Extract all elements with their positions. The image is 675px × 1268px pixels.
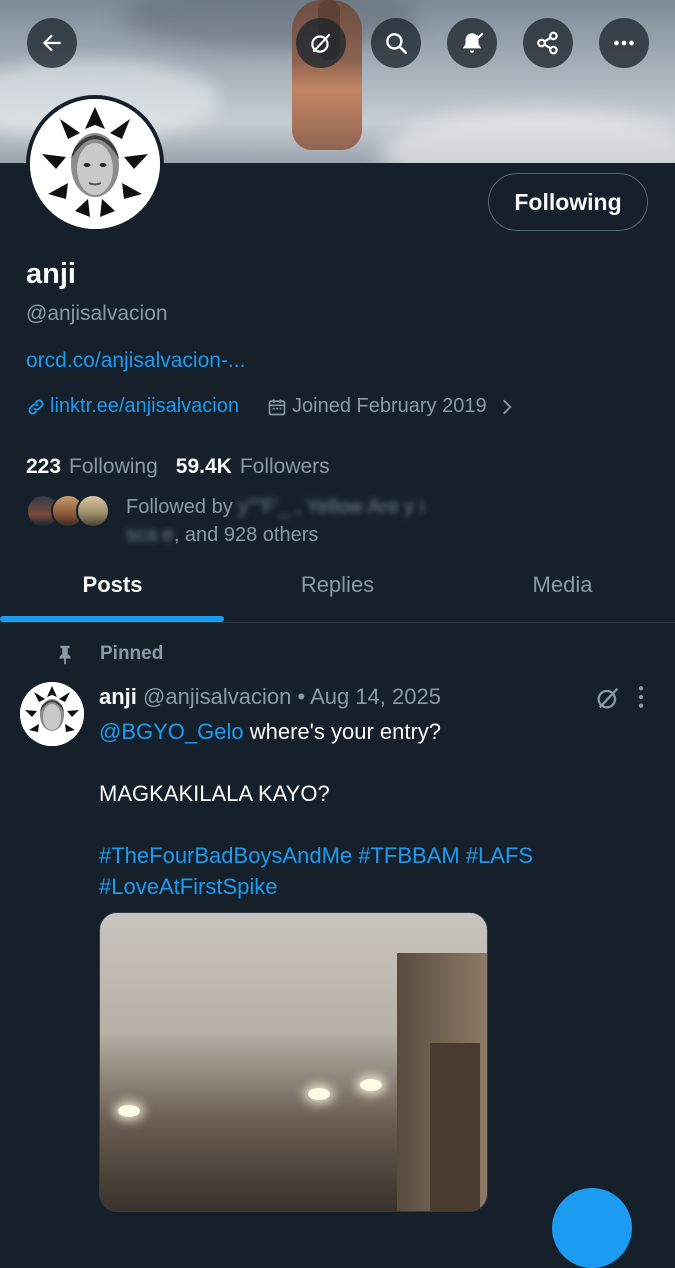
media-light	[118, 1105, 140, 1117]
followed-by-prefix: Followed by	[126, 496, 233, 518]
share-icon	[537, 31, 558, 55]
more-vertical-icon[interactable]	[634, 684, 648, 710]
bio-link[interactable]: orcd.co/anjisalvacion-...	[26, 349, 245, 373]
followed-by[interactable]: Followed by y""F'_ , Yellow Are y i sca …	[26, 494, 424, 546]
grok-button[interactable]	[296, 18, 346, 68]
post-text-line: where's your entry?	[243, 719, 442, 744]
calendar-icon	[268, 399, 286, 415]
post-separator: •	[297, 684, 306, 709]
share-button[interactable]	[523, 18, 573, 68]
pin-icon	[59, 645, 71, 665]
notifications-button[interactable]	[447, 18, 497, 68]
followed-by-suffix: , and 928 others	[173, 524, 319, 546]
post-author-avatar[interactable]	[20, 682, 84, 746]
post-body: @BGYO_Gelo where's your entry? MAGKAKILA…	[99, 716, 659, 902]
post-hashtags[interactable]: #LoveAtFirstSpike	[99, 871, 659, 902]
post-header: anji @anjisalvacion • Aug 14, 2025	[99, 684, 441, 710]
post-mention[interactable]: @BGYO_Gelo	[99, 719, 244, 744]
tab-label: Media	[532, 572, 593, 597]
post-media-video[interactable]	[99, 912, 488, 1212]
link-icon	[28, 399, 44, 414]
media-light	[360, 1079, 382, 1091]
followed-by-text: Followed by y""F'_ , Yellow Are y i sca …	[126, 493, 586, 549]
media-light	[308, 1088, 330, 1100]
back-button[interactable]	[27, 18, 77, 68]
compose-button[interactable]	[552, 1188, 632, 1268]
post-text-line: MAGKAKILALA KAYO?	[99, 781, 330, 806]
followed-by-names-redacted: y""F'_ , Yellow Are y i	[238, 496, 425, 518]
avatar-image	[30, 99, 160, 229]
banner-cloud	[380, 110, 675, 163]
more-icon	[614, 40, 634, 46]
search-button[interactable]	[371, 18, 421, 68]
search-icon	[386, 33, 408, 55]
post-hashtags[interactable]: #TheFourBadBoysAndMe #TFBBAM #LAFS	[99, 840, 659, 871]
followers-label: Followers	[239, 455, 330, 478]
tab-replies[interactable]: Replies	[225, 548, 450, 622]
post-date[interactable]: Aug 14, 2025	[310, 684, 441, 709]
grok-icon	[311, 33, 331, 53]
followers-stat[interactable]: 59.4K Followers	[176, 455, 330, 479]
more-button[interactable]	[599, 18, 649, 68]
joined-date: Joined February 2019	[292, 395, 487, 417]
following-count: 223	[26, 455, 62, 478]
profile-stats: 223 Following 59.4K Followers	[26, 455, 330, 479]
website-link[interactable]: linktr.ee/anjisalvacion	[50, 395, 239, 418]
profile-meta: linktr.ee/anjisalvacion Joined February …	[26, 395, 517, 418]
profile-avatar[interactable]	[26, 95, 164, 233]
follower-avatar	[76, 494, 110, 528]
followed-by-names-redacted: sca e	[126, 524, 174, 546]
tab-media[interactable]: Media	[450, 548, 675, 622]
following-button[interactable]: Following	[488, 173, 648, 231]
media-door	[430, 1043, 480, 1211]
back-arrow-icon	[42, 34, 61, 52]
tab-label: Replies	[300, 572, 375, 597]
tab-label: Posts	[82, 572, 143, 597]
chevron-right-icon[interactable]	[497, 397, 517, 417]
avatar-image	[20, 682, 84, 746]
following-stat[interactable]: 223 Following	[26, 455, 158, 479]
followers-count: 59.4K	[175, 455, 232, 478]
profile-handle: @anjisalvacion	[26, 302, 168, 325]
post-author-name[interactable]: anji	[99, 684, 137, 709]
profile-tabs: Posts Replies Media	[0, 548, 675, 623]
profile-name: anji	[26, 258, 76, 290]
pinned-indicator: Pinned	[54, 643, 163, 665]
bell-check-icon	[463, 32, 484, 53]
tab-posts[interactable]: Posts	[0, 548, 225, 622]
active-tab-indicator	[0, 616, 224, 622]
grok-icon[interactable]	[594, 684, 622, 712]
pinned-label: Pinned	[100, 643, 164, 664]
following-label: Following	[69, 455, 158, 478]
post-author-handle[interactable]: @anjisalvacion	[143, 684, 291, 709]
